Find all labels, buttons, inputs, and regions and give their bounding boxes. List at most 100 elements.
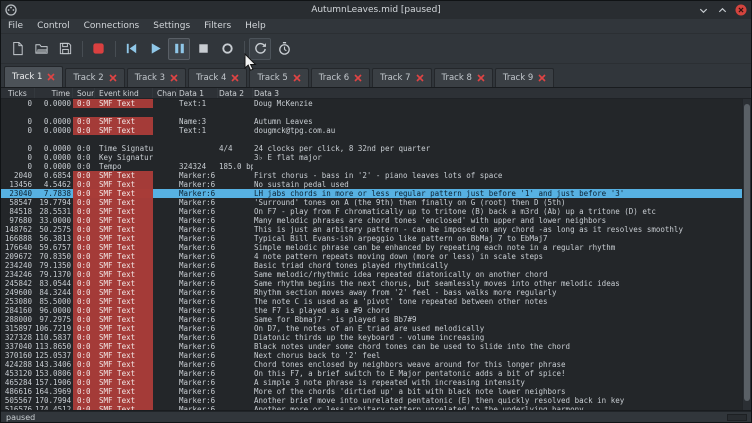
cell-source: 0:0 <box>73 225 95 234</box>
tab-track-5[interactable]: Track 5 <box>249 68 308 87</box>
tab-track-9[interactable]: Track 9 <box>495 68 554 87</box>
tab-close-icon[interactable] <box>47 73 55 81</box>
event-row[interactable]: 24584283.05440:0SMF TextMarker:6Same rhy… <box>1 279 751 288</box>
event-row[interactable]: 25308085.50000:0SMF TextMarker:6The note… <box>1 297 751 306</box>
tab-track-2[interactable]: Track 2 <box>65 68 124 87</box>
pause-button[interactable] <box>168 38 190 60</box>
cell-chan <box>153 234 177 243</box>
event-row[interactable]: 23424679.13700:0SMF TextMarker:6Same mel… <box>1 270 751 279</box>
tab-track-3[interactable]: Track 3 <box>127 68 186 87</box>
menu-filters[interactable]: Filters <box>197 19 238 34</box>
cell-event-kind: SMF Text <box>95 189 153 198</box>
tab-track-7[interactable]: Track 7 <box>372 68 431 87</box>
menu-help[interactable]: Help <box>238 19 273 34</box>
tab-track-6[interactable]: Track 6 <box>311 68 370 87</box>
event-row[interactable]: 370160125.05370:0SMF TextMarker:6Next ch… <box>1 351 751 360</box>
event-row[interactable]: 465284157.19060:0SMF TextMarker:6A simpl… <box>1 378 751 387</box>
vertical-scrollbar[interactable] <box>742 99 751 410</box>
timer-button[interactable] <box>273 38 295 60</box>
tab-close-icon[interactable] <box>170 74 178 82</box>
tab-close-icon[interactable] <box>231 74 239 82</box>
tab-track-8[interactable]: Track 8 <box>434 68 493 87</box>
cell-event-kind: SMF Text <box>95 234 153 243</box>
maximize-button[interactable] <box>716 4 728 16</box>
event-row[interactable]: 00.00000:0SMF TextText:1dougmck@tpg.com.… <box>1 126 751 135</box>
skip-backward-button[interactable] <box>120 38 142 60</box>
close-button[interactable] <box>735 4 747 16</box>
menu-settings[interactable]: Settings <box>146 19 197 34</box>
event-row[interactable]: 14876250.25750:0SMF TextMarker:6This is … <box>1 225 751 234</box>
event-row[interactable]: 20400.68540:0SMF TextMarker:6First choru… <box>1 171 751 180</box>
loop-button[interactable] <box>249 38 271 60</box>
new-document-button[interactable] <box>6 38 28 60</box>
open-document-button[interactable] <box>30 38 52 60</box>
tab-track-4[interactable]: Track 4 <box>188 68 247 87</box>
cell-event-kind: SMF Text <box>95 297 153 306</box>
record-button[interactable] <box>216 38 238 60</box>
event-row[interactable]: 20967270.83500:0SMF TextMarker:64 note p… <box>1 252 751 261</box>
cell-data1: Marker:6 <box>177 288 218 297</box>
event-row[interactable]: 28416096.00000:0SMF TextMarker:6the F7 i… <box>1 306 751 315</box>
stop-button[interactable] <box>192 38 214 60</box>
cell-chan <box>153 396 177 405</box>
event-row[interactable]: 5854719.77940:0SMF TextMarker:6'Surround… <box>1 198 751 207</box>
tab-close-icon[interactable] <box>477 74 485 82</box>
tab-label: Track 9 <box>503 73 533 83</box>
column-header-event-kind[interactable]: Event kind <box>95 88 153 98</box>
menu-file[interactable]: File <box>1 19 30 34</box>
cell-chan <box>153 252 177 261</box>
column-header-source[interactable]: Source <box>73 88 95 98</box>
minimize-button[interactable] <box>697 4 709 16</box>
tab-close-icon[interactable] <box>416 74 424 82</box>
event-row[interactable]: 00.00000:0Time Signature4/424 clocks per… <box>1 144 751 153</box>
cell-chan <box>153 117 177 126</box>
event-row[interactable]: 00.00000:0SMF TextName:3Autumn Leaves <box>1 117 751 126</box>
event-row[interactable]: 505567170.79940:0SMF TextMarker:6Another… <box>1 396 751 405</box>
scrollbar-thumb[interactable] <box>744 104 750 401</box>
tab-close-icon[interactable] <box>354 74 362 82</box>
event-row[interactable]: 327328110.58370:0SMF TextMarker:6Diatoni… <box>1 333 751 342</box>
event-row[interactable]: 16688856.38130:0SMF TextMarker:6Typical … <box>1 234 751 243</box>
tab-close-icon[interactable] <box>109 74 117 82</box>
event-row[interactable]: 9768033.00000:0SMF TextMarker:6Many melo… <box>1 216 751 225</box>
event-row[interactable]: 17664059.67570:0SMF TextMarker:6Simple m… <box>1 243 751 252</box>
menu-connections[interactable]: Connections <box>77 19 147 34</box>
column-header-chan[interactable]: Chan <box>153 88 177 98</box>
cell-data3: Same for Bbmaj7 - is played as Bb7#9 <box>253 315 751 324</box>
record-arm-button[interactable] <box>87 38 109 60</box>
event-row[interactable]: 453120153.08060:0SMF TextMarker:6On this… <box>1 369 751 378</box>
event-row[interactable]: 8451828.55310:0SMF TextMarker:6On F7 - p… <box>1 207 751 216</box>
save-document-button[interactable] <box>54 38 76 60</box>
titlebar[interactable]: AutumnLeaves.mid [paused] <box>1 1 751 19</box>
cell-data2 <box>218 261 253 270</box>
tab-track-1[interactable]: Track 1 <box>4 66 63 87</box>
event-row[interactable] <box>1 108 751 117</box>
event-row[interactable] <box>1 135 751 144</box>
event-row-selected[interactable]: 230407.78380:0SMF TextMarker:6LH jabs ch… <box>1 189 751 198</box>
column-header-time[interactable]: Time <box>35 88 73 98</box>
column-header-data2[interactable]: Data 2 <box>218 88 253 98</box>
event-row[interactable]: 28800097.29750:0SMF TextMarker:6Same for… <box>1 315 751 324</box>
event-row[interactable]: 134564.54620:0SMF TextMarker:6No sustain… <box>1 180 751 189</box>
cell-data1 <box>177 153 218 162</box>
column-header-data1[interactable]: Data 1 <box>177 88 218 98</box>
cell-source: 0:0 <box>73 315 95 324</box>
event-row[interactable]: 00.00000:0SMF TextText:1Doug McKenzie <box>1 99 751 108</box>
event-row[interactable]: 424288143.34060:0SMF TextMarker:6Chord t… <box>1 360 751 369</box>
event-row[interactable]: 24960084.32440:0SMF TextMarker:6Rhythm s… <box>1 288 751 297</box>
cell-source <box>73 108 95 117</box>
column-header-data3[interactable]: Data 3 <box>253 88 751 98</box>
menu-control[interactable]: Control <box>30 19 77 34</box>
cell-data2 <box>218 324 253 333</box>
tab-close-icon[interactable] <box>293 74 301 82</box>
event-row[interactable]: 516576174.45120:0SMF TextMarker:6Another… <box>1 405 751 411</box>
event-row[interactable]: 486616164.39690:0SMF TextMarker:6More of… <box>1 387 751 396</box>
event-row[interactable]: 337040113.86500:0SMF TextMarker:6Black n… <box>1 342 751 351</box>
event-row[interactable]: 00.00000:0Tempo324324185.0 bpm <box>1 162 751 171</box>
play-button[interactable] <box>144 38 166 60</box>
tab-close-icon[interactable] <box>538 74 546 82</box>
event-row[interactable]: 23424079.13500:0SMF TextMarker:6Basic tr… <box>1 261 751 270</box>
event-row[interactable]: 315897106.72190:0SMF TextMarker:6On D7, … <box>1 324 751 333</box>
event-row[interactable]: 00.00000:0Key Signature3♭ E flat major <box>1 153 751 162</box>
column-header-ticks[interactable]: Ticks <box>1 88 35 98</box>
